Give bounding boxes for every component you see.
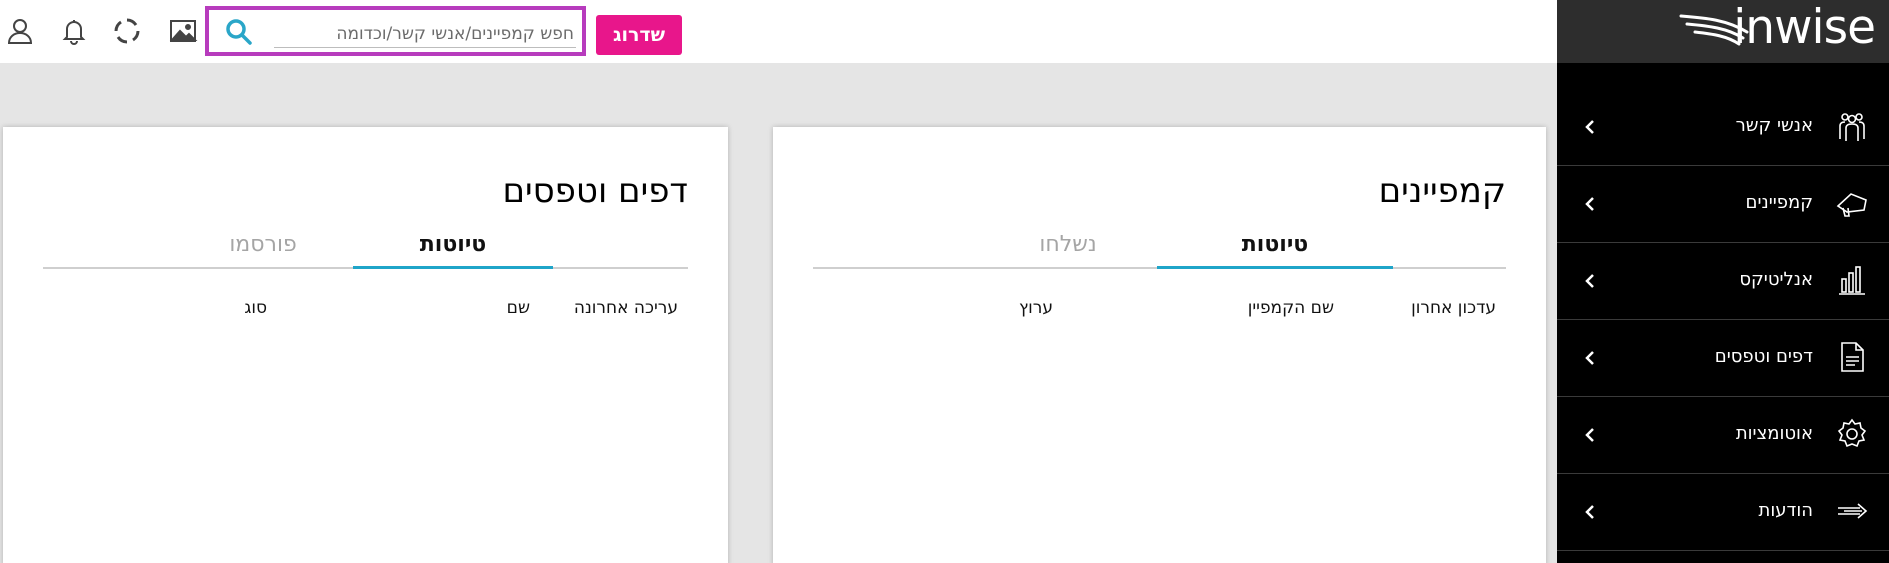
column-header-last-edit[interactable]: עריכה אחרונה (574, 298, 678, 318)
chevron-left-icon (1585, 351, 1594, 365)
sidebar-item-pages-forms[interactable]: דפים וטפסים (1557, 320, 1889, 397)
sidebar: inwise אנשי קשר קמפיינים אנליטיקס דפים ו… (1557, 0, 1889, 563)
active-tab-underline (1157, 266, 1393, 269)
upgrade-button[interactable]: שדרוג (596, 15, 682, 55)
logo[interactable]: inwise (1557, 0, 1889, 63)
column-header-name[interactable]: שם (507, 298, 530, 318)
column-header-last-update[interactable]: עדכון אחרון (1411, 298, 1496, 318)
pages-forms-card: דפים וטפסים טיוטות פורסמו עריכה אחרונה ש… (3, 127, 728, 563)
sidebar-item-label: אנשי קשר (1735, 115, 1813, 136)
campaigns-card: קמפיינים טיוטות נשלחו עדכון אחרון שם הקמ… (773, 127, 1546, 563)
column-header-campaign-name[interactable]: שם הקמפיין (1248, 298, 1334, 318)
sidebar-item-contacts[interactable]: אנשי קשר (1557, 89, 1889, 166)
sidebar-item-label: אוטומציות (1735, 423, 1813, 444)
user-icon[interactable] (3, 14, 37, 48)
tab-drafts[interactable]: טיוטות (1157, 232, 1393, 257)
document-icon (1841, 342, 1864, 372)
sidebar-item-label: הודעות (1758, 500, 1814, 521)
sidebar-item-campaigns[interactable]: קמפיינים (1557, 166, 1889, 243)
megaphone-icon (1836, 193, 1867, 217)
chevron-left-icon (1585, 428, 1594, 442)
sidebar-item-label: אנליטיקס (1739, 269, 1813, 290)
tab-drafts[interactable]: טיוטות (353, 232, 553, 257)
card-title: דפים וטפסים (502, 171, 688, 211)
refresh-icon[interactable] (110, 14, 144, 48)
tab-published[interactable]: פורסמו (188, 232, 338, 257)
search-box (205, 6, 586, 56)
sidebar-item-label: דפים וטפסים (1714, 346, 1813, 367)
analytics-icon (1839, 266, 1865, 295)
column-header-channel[interactable]: ערוץ (1019, 298, 1053, 318)
search-input[interactable] (274, 20, 576, 48)
chevron-left-icon (1585, 505, 1594, 519)
gear-icon (1837, 418, 1867, 448)
sidebar-item-label: קמפיינים (1745, 192, 1813, 213)
search-icon[interactable] (224, 17, 254, 47)
sidebar-item-automations[interactable]: אוטומציות (1557, 397, 1889, 474)
sidebar-item-messages[interactable]: הודעות (1557, 474, 1889, 551)
chevron-left-icon (1585, 197, 1594, 211)
chevron-left-icon (1585, 120, 1594, 134)
active-tab-underline (353, 266, 553, 269)
contacts-icon (1839, 113, 1865, 141)
image-icon[interactable] (166, 14, 200, 48)
card-title: קמפיינים (1378, 171, 1506, 211)
chevron-left-icon (1585, 274, 1594, 288)
arrow-icon (1838, 503, 1868, 519)
column-header-type[interactable]: סוג (244, 298, 267, 318)
sidebar-item-analytics[interactable]: אנליטיקס (1557, 243, 1889, 320)
tab-sent[interactable]: נשלחו (983, 232, 1153, 257)
bell-icon[interactable] (57, 14, 91, 48)
top-bar: שדרוג (0, 0, 1557, 63)
logo-text: inwise (1733, 0, 1876, 55)
